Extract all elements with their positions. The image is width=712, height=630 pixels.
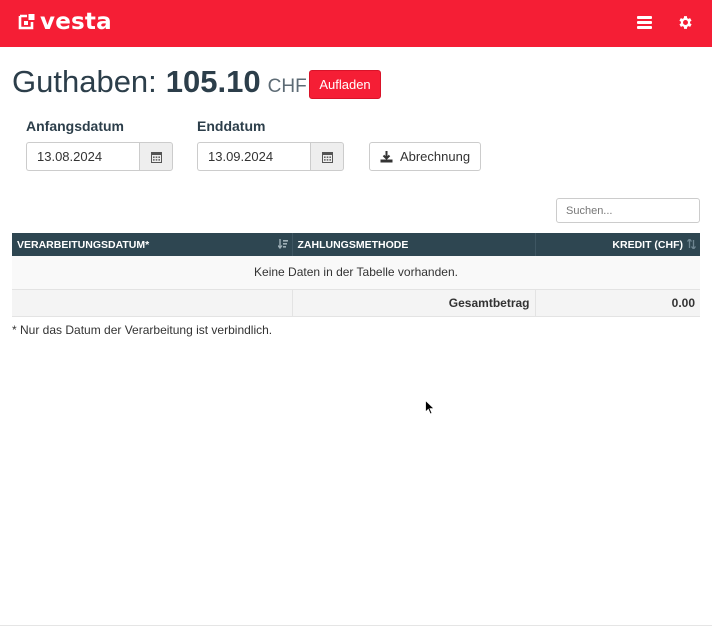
balance-amount: 105.10	[165, 64, 261, 99]
start-date-group	[26, 142, 173, 171]
column-header-processing-date[interactable]: VERARBEITUNGSDATUM*	[12, 233, 293, 256]
footer-empty-cell	[12, 289, 293, 317]
empty-table-message: Keine Daten in der Tabelle vorhanden.	[12, 256, 700, 290]
brand-logo[interactable]: vesta	[18, 9, 112, 35]
start-date-input[interactable]	[26, 142, 139, 171]
sort-icon	[687, 239, 696, 249]
total-value: 0.00	[535, 289, 700, 317]
transactions-table: VERARBEITUNGSDATUM* ZAHLUNGSMETHODE KRED…	[12, 233, 700, 317]
start-date-label: Anfangsdatum	[26, 118, 124, 134]
end-date-input[interactable]	[197, 142, 310, 171]
sort-desc-icon	[277, 239, 288, 249]
total-label: Gesamtbetrag	[292, 289, 536, 317]
hamburger-icon[interactable]	[637, 16, 652, 29]
export-statement-label: Abrechnung	[399, 149, 471, 164]
end-date-label: Enddatum	[197, 118, 266, 134]
balance-heading: Guthaben: 105.10 CHF	[12, 64, 307, 104]
download-icon	[380, 150, 393, 162]
calendar-icon[interactable]	[310, 142, 344, 171]
column-header-payment-method[interactable]: ZAHLUNGSMETHODE	[292, 233, 536, 256]
table-footer-row: Gesamtbetrag 0.00	[12, 289, 700, 317]
footnote: * Nur das Datum der Verarbeitung ist ver…	[12, 323, 273, 337]
calendar-icon[interactable]	[139, 142, 173, 171]
column-header-credit[interactable]: KREDIT (CHF)	[535, 233, 700, 256]
bottom-divider	[0, 625, 712, 626]
vesta-logo-icon	[18, 13, 36, 31]
table-empty-row: Keine Daten in der Tabelle vorhanden.	[12, 256, 700, 290]
balance-label: Guthaben:	[12, 64, 157, 99]
mouse-cursor-icon	[425, 400, 435, 415]
balance-currency: CHF	[267, 76, 307, 97]
end-date-group	[197, 142, 344, 171]
table-header-row: VERARBEITUNGSDATUM* ZAHLUNGSMETHODE KRED…	[12, 233, 700, 256]
brand-name: vesta	[40, 9, 112, 35]
export-statement-button[interactable]: Abrechnung	[369, 142, 481, 171]
gear-icon[interactable]	[677, 14, 694, 31]
top-bar: vesta	[0, 0, 712, 47]
search-input[interactable]	[556, 198, 700, 223]
topup-button[interactable]: Aufladen	[309, 70, 381, 99]
